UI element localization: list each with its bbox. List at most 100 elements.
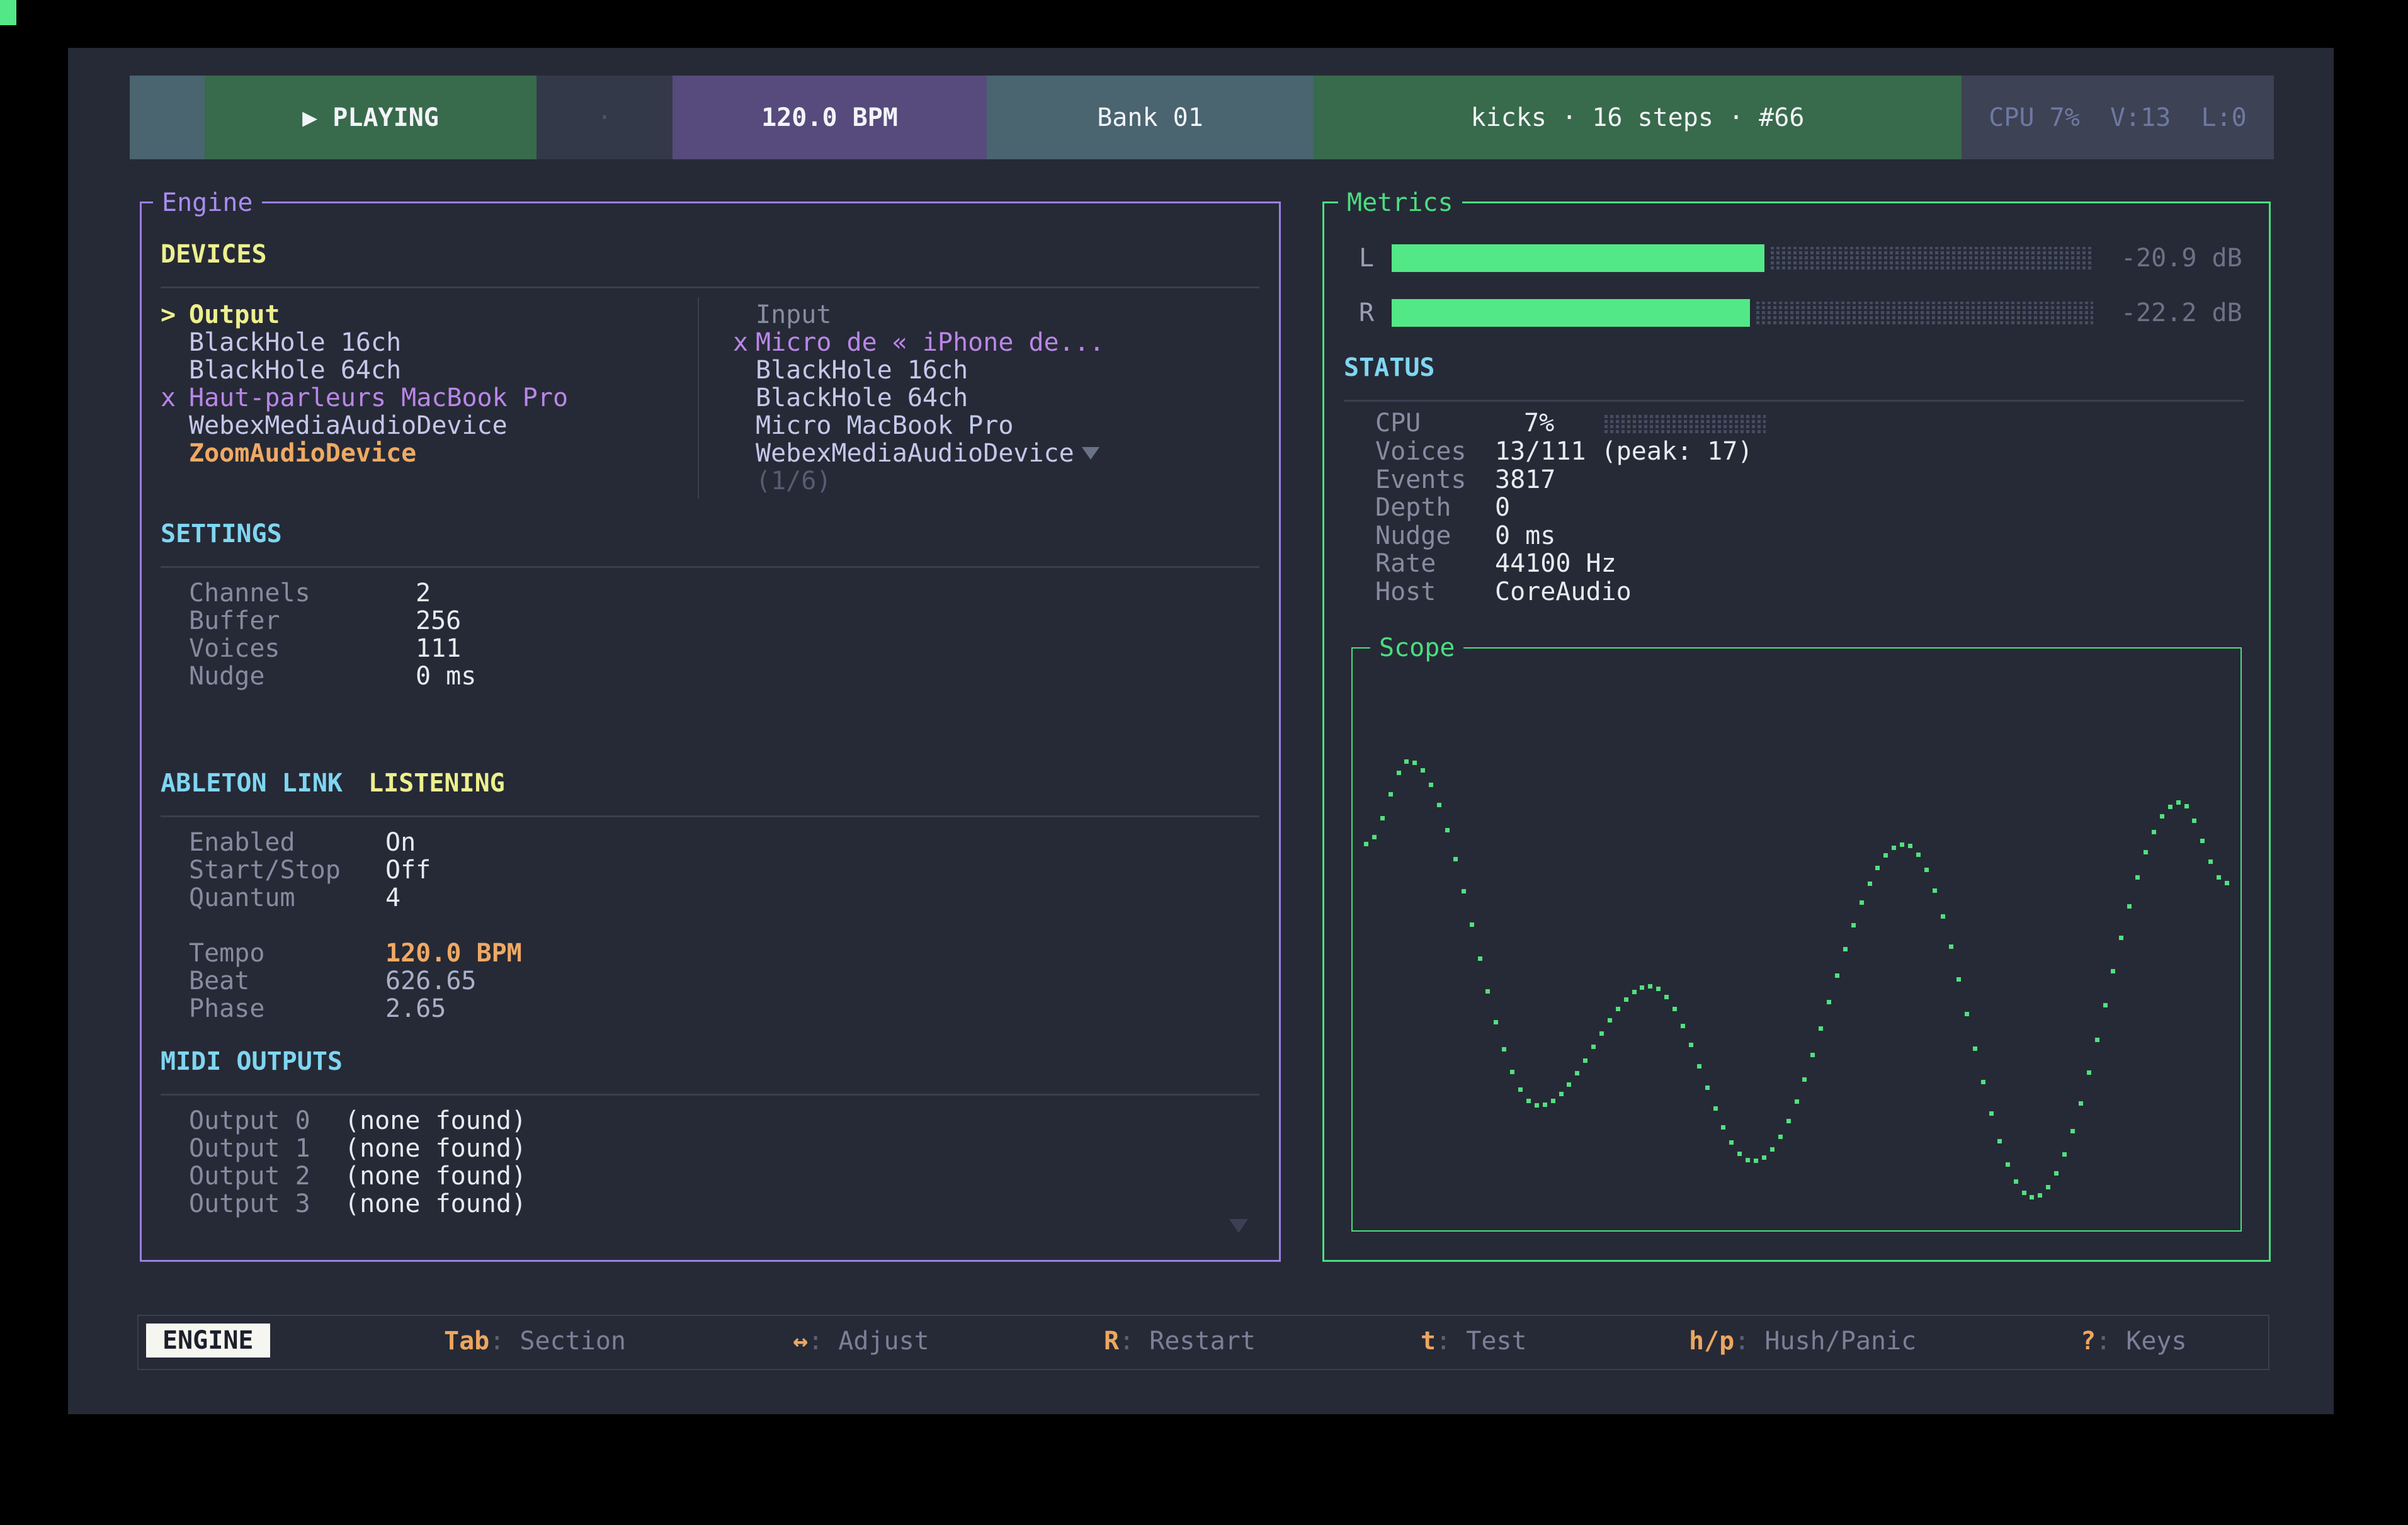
hint-label: Adjust <box>838 1327 929 1356</box>
scope-dot <box>1559 1092 1564 1096</box>
scope-dot <box>2046 1185 2050 1189</box>
scope-dot <box>1640 985 1644 990</box>
scope-waveform <box>1364 659 2232 1222</box>
device-label: BlackHole 64ch <box>756 384 968 412</box>
midi-row-label: Output 3 <box>189 1189 310 1218</box>
scope-dot <box>1924 868 1929 872</box>
scope-dot <box>2111 969 2115 973</box>
midi-row: Output 2(none found) <box>189 1162 310 1190</box>
scope-dot <box>2062 1152 2067 1157</box>
device-label: WebexMediaAudioDevice <box>189 412 508 439</box>
scope-panel: Scope <box>1351 647 2242 1232</box>
scope-dot <box>1470 922 1474 927</box>
scope-dot <box>1648 984 1652 989</box>
devices-header: DEVICES <box>161 241 267 268</box>
status-row: HostCoreAudio <box>1375 578 1436 606</box>
topbar-segment-bank: Bank 01 <box>987 76 1314 159</box>
hint-keys: ?: Keys <box>2081 1326 2187 1356</box>
hint-label: Restart <box>1149 1327 1256 1356</box>
scope-dot <box>1705 1086 1710 1090</box>
device-label: (1/6) <box>756 467 831 495</box>
midi-row: Output 3(none found) <box>189 1190 310 1218</box>
midi-row-label: Output 2 <box>189 1162 310 1191</box>
scope-dot <box>1656 987 1661 991</box>
ableton-link-header: ABLETON LINK <box>161 769 343 797</box>
scope-dot <box>1453 857 1458 861</box>
hint-restart: R: Restart <box>1104 1326 1256 1356</box>
scope-dot <box>1981 1080 1985 1084</box>
device-row[interactable]: >Output <box>161 301 176 329</box>
device-row[interactable]: xHaut-parleurs MacBook Pro <box>161 384 176 412</box>
status-value: 0 <box>1495 494 1510 521</box>
scope-dot <box>1689 1043 1693 1047</box>
settings-row: Nudge0 ms <box>189 662 264 690</box>
device-row[interactable]: xMicro de « iPhone de... <box>733 329 748 356</box>
scope-dot <box>1770 1147 1775 1152</box>
scope-dot <box>1397 771 1401 775</box>
mode-badge: ENGINE <box>146 1324 270 1358</box>
scope-dot <box>1989 1111 1994 1116</box>
scope-dot <box>1713 1106 1718 1111</box>
link-row: Quantum4 <box>189 884 295 912</box>
scope-dot <box>1567 1082 1571 1087</box>
scope-dot <box>2103 1003 2108 1007</box>
scope-dot <box>2184 804 2189 808</box>
topbar-segment-tab-spacer <box>130 76 205 159</box>
status-row-cpu: CPU7% <box>1375 409 1421 437</box>
devices-divider <box>161 286 1259 288</box>
status-value: 13/111 (peak: 17) <box>1495 438 1752 465</box>
settings-row-label: Buffer <box>189 606 280 635</box>
midi-row-value: (none found) <box>344 1190 526 1218</box>
settings-row-label: Channels <box>189 579 310 608</box>
scope-dot <box>1624 997 1628 1002</box>
scope-dot <box>1372 835 1377 839</box>
hint-label: Test <box>1466 1327 1526 1356</box>
status-label: Host <box>1375 577 1436 606</box>
engine-scroll-down-icon[interactable] <box>1229 1219 1248 1233</box>
status-cpu-value: 7% <box>1524 409 1554 437</box>
scope-dot <box>1835 973 1839 978</box>
scope-dot <box>1810 1053 1815 1057</box>
hint-section: Tab: Section <box>444 1326 626 1356</box>
scope-dot <box>1518 1087 1523 1092</box>
scope-dot <box>2144 850 2148 854</box>
status-value: 0 ms <box>1495 522 1555 550</box>
input-column-header: Input <box>756 301 831 329</box>
link-row: EnabledOn <box>189 829 295 856</box>
scope-dot <box>1380 816 1385 820</box>
meter-fill-R <box>1392 299 1750 327</box>
scope-dot <box>1697 1064 1701 1069</box>
status-rows: CPU7%Voices13/111 (peak: 17)Events3817De… <box>0 0 2408 25</box>
hint-label: Section <box>520 1327 626 1356</box>
status-row: Voices13/111 (peak: 17) <box>1375 438 1467 465</box>
link-row: Start/StopOff <box>189 856 341 884</box>
settings-row-label: Voices <box>189 634 280 663</box>
scope-dot <box>1802 1077 1807 1082</box>
status-row: Events3817 <box>1375 466 1467 494</box>
scope-dot <box>1786 1119 1791 1123</box>
scope-dot <box>1965 1012 1969 1016</box>
scope-dot <box>2006 1162 2010 1167</box>
link-sync-value: 120.0 BPM <box>385 939 522 967</box>
input-dropdown-icon[interactable] <box>1082 447 1099 460</box>
cpu-meter-track <box>1604 413 1766 433</box>
hint-colon: : <box>1119 1327 1149 1356</box>
settings-row-value: 2 <box>416 579 431 607</box>
hint-colon: : <box>1436 1327 1466 1356</box>
link-row-value: Off <box>385 856 431 884</box>
scope-dot <box>1754 1159 1758 1163</box>
meter-fill-L <box>1392 244 1764 272</box>
link-row-value: 4 <box>385 884 400 912</box>
midi-row: Output 0(none found) <box>189 1107 310 1135</box>
scope-dot <box>1664 995 1669 999</box>
status-label: Events <box>1375 465 1467 494</box>
scope-dot <box>1941 914 1945 919</box>
settings-row-value: 111 <box>416 635 461 662</box>
midi-row-label: Output 0 <box>189 1106 310 1135</box>
scope-dot <box>1900 842 1904 847</box>
meter-value-R: -22.2 dB <box>2121 299 2242 327</box>
device-label: Output <box>189 301 280 329</box>
settings-row: Channels2 <box>189 579 310 607</box>
status-label: Voices <box>1375 437 1467 466</box>
settings-header: SETTINGS <box>161 520 282 548</box>
